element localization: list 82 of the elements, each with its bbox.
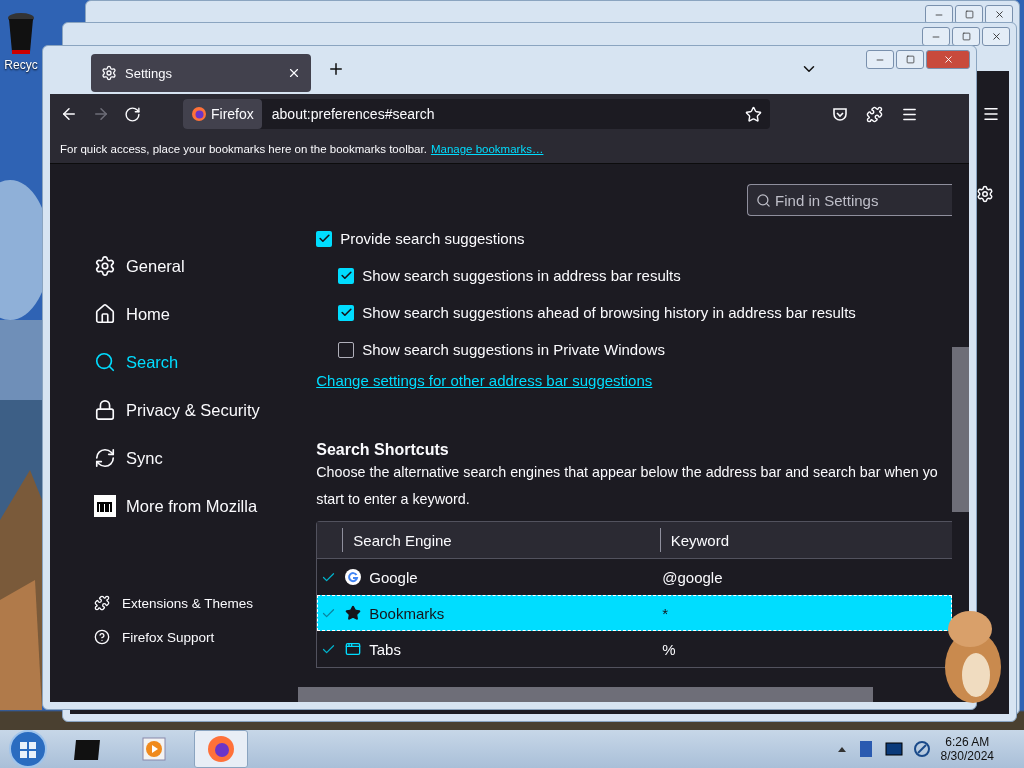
start-button[interactable] [8,729,48,768]
table-row[interactable]: Tabs % [317,631,953,667]
scrollbar-thumb[interactable] [952,347,969,512]
checkbox[interactable] [338,304,355,321]
manage-bookmarks-link[interactable]: Manage bookmarks… [430,142,544,155]
nav-item[interactable]: Home [94,290,317,338]
checkbox[interactable] [338,341,355,358]
checkbox-option[interactable]: Show search suggestions ahead of browsing history in address bar results [338,294,953,331]
checkbox[interactable] [316,230,333,247]
footer-link[interactable]: Extensions & Themes [94,595,317,611]
help-icon [94,629,110,645]
mozilla-icon [94,495,116,517]
section-description: start to enter a keyword. [316,490,471,509]
url-text: about:preferences#search [271,106,436,122]
nav-item[interactable]: Search [94,338,317,386]
close-icon [990,31,1002,42]
monitor-icon[interactable] [884,741,903,757]
identity-chip[interactable]: Firefox [183,99,262,129]
pocket-icon[interactable] [832,105,848,122]
puzzle-icon [94,595,110,611]
table-cell: @google [662,568,723,586]
close-button[interactable] [982,27,1010,46]
settings-icon [101,65,117,81]
address-bar-settings-link[interactable]: Change settings for other address bar suggestions [316,372,653,389]
table-row[interactable]: Google @google [317,559,953,595]
lock-icon [94,399,116,421]
minimize-button[interactable] [866,50,894,69]
bookmarks-hint: For quick access, place your bookmarks here on the bookmarks toolbar. [60,142,427,155]
taskbar-app-icon[interactable] [194,730,248,768]
google-icon [345,569,362,585]
maximize-icon [964,10,974,19]
nav-item[interactable]: Sync [94,434,317,482]
sync-icon [94,447,116,469]
maximize-button[interactable] [952,27,980,46]
browser-tab[interactable]: Settings [91,54,311,92]
tray-expand-icon[interactable] [836,745,847,753]
settings-icon [94,255,116,277]
table-cell: % [662,640,676,658]
address-bar[interactable]: Firefox about:preferences#search [183,99,770,129]
nav-item[interactable]: General [94,242,317,290]
close-icon [942,54,954,65]
search-icon [756,192,772,208]
maximize-icon [961,32,971,41]
close-icon [993,9,1005,20]
search-icon [94,351,116,373]
table-cell: Tabs [369,640,401,658]
section-heading: Search Shortcuts [316,441,450,459]
section-description: Choose the alternative search engines that appear below the address bar and search bar when yo [316,463,939,482]
checkbox-option[interactable]: Show search suggestions in Private Windows [338,331,953,368]
table-row[interactable]: Bookmarks * [317,595,953,631]
column-header[interactable]: Keyword [659,528,953,552]
nav-item[interactable]: Privacy & Security [94,386,317,434]
trash-can-icon[interactable] [6,12,36,56]
reload-icon[interactable] [124,105,141,123]
extensions-icon[interactable] [866,105,883,123]
forward-icon[interactable] [92,105,110,123]
new-tab-icon[interactable] [327,60,345,78]
menu-icon[interactable] [982,105,1000,123]
home-icon [94,303,116,325]
find-in-settings-field[interactable]: Find in Settings [747,184,953,216]
close-icon[interactable] [287,66,301,80]
checkbox-option[interactable]: Show search suggestions in address bar results [338,257,953,294]
settings-icon[interactable] [976,185,994,203]
scrollbar-thumb[interactable] [298,687,873,702]
footer-link[interactable]: Firefox Support [94,629,317,645]
table-cell: Bookmarks [369,604,445,622]
maximize-button[interactable] [896,50,924,69]
clock[interactable]: 6:26 AM 8/30/2024 [940,735,994,763]
star-icon [345,605,362,621]
bookmark-star-icon[interactable] [745,105,762,123]
back-icon[interactable] [60,105,78,123]
table-cell: Google [369,568,418,586]
checkbox-option[interactable]: Provide search suggestions [316,220,953,257]
desktop-icon-label[interactable]: Recyc [4,58,38,72]
maximize-icon [905,55,915,64]
tab-icon [345,641,362,657]
column-header[interactable]: Search Engine [342,528,660,552]
table-cell: * [662,604,669,622]
checkbox[interactable] [338,267,355,284]
nav-item[interactable]: More from Mozilla [94,482,317,530]
network-icon[interactable] [912,740,931,758]
firefox-logo-icon [191,106,207,122]
